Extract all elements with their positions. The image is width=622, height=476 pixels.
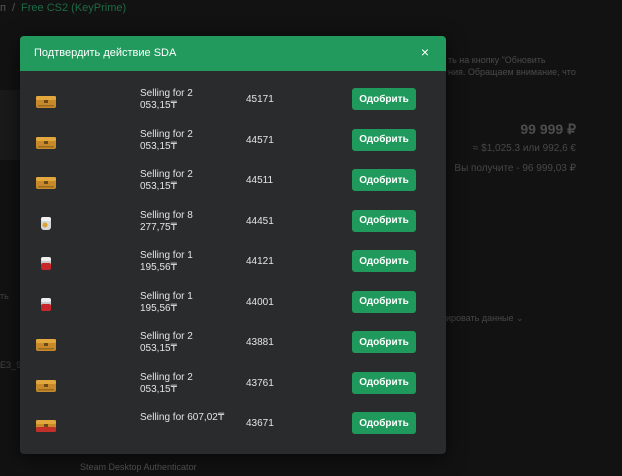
confirmation-description: Selling for 8 277,75₸ [140,209,193,233]
approve-button[interactable]: Одобрить [352,412,416,434]
confirmation-id: 43671 [246,418,274,429]
approve-button[interactable]: Одобрить [352,331,416,353]
background-hint-text: ть на кнопку "Обновить ния. Обращаем вни… [448,54,622,78]
breadcrumb-item[interactable]: п [0,2,6,14]
red-capsule-icon [34,253,58,273]
approve-button[interactable]: Одобрить [352,250,416,272]
confirmation-id: 44451 [246,215,274,227]
confirmation-id: 43881 [246,337,274,348]
approve-button[interactable]: Одобрить [352,169,416,191]
orange-case-icon [34,172,58,192]
hint-line: ть на кнопку "Обновить [448,55,546,65]
background-image-fragment [0,90,20,160]
confirmation-row: Selling for 8 277,75₸ 44451 Одобрить [20,201,446,241]
sda-confirm-modal: Подтвердить действие SDA × Selling for 2… [20,36,446,454]
orange-case-icon [34,132,58,152]
red-capsule-icon [34,294,58,314]
breadcrumb-current[interactable]: Free CS2 (KeyPrime) [21,2,126,14]
confirmation-row: Selling for 2 053,15₸ 44571 Одобрить [20,120,446,160]
confirmation-description: Selling for 2 053,15₸ [140,371,193,395]
confirmation-list: Selling for 2 053,15₸ 45171 Одобрить Sellin… [20,71,446,454]
orange-case-icon [34,91,58,111]
price-converted: ≈ $1,025.3 или 992,6 € [472,143,576,154]
sda-label: Steam Desktop Authenticator [80,462,197,472]
modal-title: Подтвердить действие SDA [34,47,177,59]
breadcrumb: п / Free CS2 (KeyPrime) [0,2,126,14]
confirmation-description: Selling for 1 195,56₸ [140,250,193,273]
confirmation-description: Selling for 2 053,15₸ [140,331,193,354]
confirmation-id: 44001 [246,296,274,308]
confirmation-row: Selling for 1 195,56₸ 44001 Одобрить [20,282,446,322]
approve-button[interactable]: Одобрить [352,371,416,394]
approve-button[interactable]: Одобрить [352,290,416,313]
orange-case-icon [34,334,58,354]
confirmation-row: Selling for 2 053,15₸ 43761 Одобрить [20,363,446,403]
confirmation-id: 44121 [246,256,274,267]
show-data-link[interactable]: ировать данные ⌄ [446,313,524,324]
hint-line: ния. Обращаем внимание, что [448,67,576,77]
confirmation-id: 43761 [246,377,274,389]
confirmation-row: Selling for 2 053,15₸ 45171 Одобрить [20,79,446,119]
confirmation-description: Selling for 2 053,15₸ [140,88,193,111]
approve-button[interactable]: Одобрить [352,128,416,151]
confirmation-description: Selling for 2 053,15₸ [140,128,193,152]
confirmation-row: Selling for 1 195,56₸ 44121 Одобрить [20,241,446,281]
approve-button[interactable]: Одобрить [352,209,416,232]
confirmation-description: Selling for 1 195,56₸ [140,290,193,314]
confirmation-id: 44511 [246,175,274,186]
modal-header: Подтвердить действие SDA × [20,36,446,71]
background-text-fragment: ть [0,291,9,301]
confirmation-description: Selling for 2 053,15₸ [140,169,193,192]
breadcrumb-separator: / [11,2,16,14]
confirmation-row: Selling for 2 053,15₸ 43881 Одобрить [20,322,446,362]
you-receive-text: Вы получите - 96 999,03 ₽ [454,163,576,174]
confirmation-id: 44571 [246,134,274,146]
confirmation-row: Selling for 607,02₸ 43671 Одобрить [20,403,446,443]
white-capsule-icon [34,213,58,233]
confirmation-id: 45171 [246,94,274,105]
confirmation-row: Selling for 2 053,15₸ 44511 Одобрить [20,160,446,200]
red-orange-case-icon [34,415,58,435]
price: 99 999 ₽ [520,121,576,137]
confirmation-description: Selling for 607,02₸ [140,412,225,423]
approve-button[interactable]: Одобрить [352,88,416,110]
orange-case-icon [34,375,58,395]
close-icon[interactable]: × [418,45,432,59]
